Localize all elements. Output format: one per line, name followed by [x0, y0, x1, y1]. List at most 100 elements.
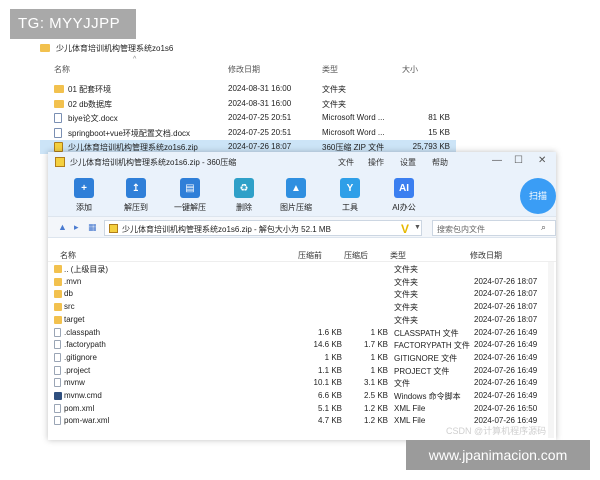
scan-button[interactable]: 扫描	[520, 178, 556, 214]
image-icon: ▲	[286, 178, 306, 198]
col-modified[interactable]: 修改日期	[470, 250, 502, 261]
delete-button[interactable]: ♻ 删除	[220, 176, 268, 216]
item-size: 1 KB	[370, 365, 388, 375]
item-compressed: 1.6 KB	[317, 327, 342, 337]
scrollbar[interactable]	[548, 262, 554, 438]
folder-icon	[54, 99, 64, 108]
item-type: CLASSPATH 文件	[394, 328, 459, 338]
file-modified: 2024-08-31 16:00	[228, 84, 292, 93]
list-item[interactable]: .factorypath 14.6 KB 1.7 KB FACTORYPATH 文件 2…	[48, 339, 556, 352]
item-modified: 2024-07-26 18:07	[474, 302, 538, 312]
item-compressed: 14.6 KB	[313, 340, 342, 350]
item-modified: 2024-07-26 16:49	[474, 378, 538, 388]
col-compressed[interactable]: 压缩前	[298, 250, 322, 261]
folder-icon	[54, 265, 62, 273]
list-item[interactable]: .. (上级目录) 文件夹	[48, 263, 556, 276]
explorer-row[interactable]: biye论文.docx 2024-07-25 20:51 Microsoft Wor…	[40, 111, 456, 125]
ai-office-button[interactable]: AI AI办公	[380, 176, 428, 216]
up-arrow-icon[interactable]: ▲	[58, 222, 67, 232]
toolbar: + 添加 ↥ 解压到 ▤ 一键解压 ♻ 删除 ▲ 图片压缩 Y 工具 AI AI…	[48, 172, 556, 216]
image-compress-button[interactable]: ▲ 图片压缩	[272, 176, 320, 216]
item-name: .gitignore	[64, 352, 97, 362]
explorer-path-text: 少儿体育培训机构管理系统zo1s6	[56, 43, 174, 53]
col-size[interactable]: 大小	[402, 64, 418, 75]
file-modified: 2024-07-26 18:07	[228, 142, 292, 151]
col-modified[interactable]: 修改日期	[228, 64, 260, 75]
list-item[interactable]: src 文件夹 2024-07-26 18:07	[48, 301, 556, 314]
item-name: .factorypath	[64, 340, 106, 350]
list-item[interactable]: mvnw 10.1 KB 3.1 KB 文件 2024-07-26 16:49	[48, 377, 556, 390]
zip-icon	[109, 224, 118, 233]
close-button[interactable]: ✕	[538, 155, 546, 166]
menu-settings[interactable]: 设置	[400, 157, 416, 168]
tools-button[interactable]: Y 工具	[326, 176, 374, 216]
item-type: GITIGNORE 文件	[394, 353, 458, 363]
list-item[interactable]: target 文件夹 2024-07-26 18:07	[48, 314, 556, 327]
window-titlebar[interactable]: 少儿体育培训机构管理系统zo1s6.zip - 360压缩 文件 操作 设置 帮…	[48, 152, 556, 172]
item-type: 文件夹	[394, 315, 418, 325]
list-item[interactable]: .gitignore 1 KB 1 KB GITIGNORE 文件 2024-07-26…	[48, 352, 556, 365]
one-click-extract-button[interactable]: ▤ 一键解压	[166, 176, 214, 216]
explorer-row[interactable]: springboot+vue环境配置文档.docx 2024-07-25 20:5…	[40, 126, 456, 140]
col-size[interactable]: 压缩后	[344, 250, 368, 261]
explorer-column-header: ^ 名称 修改日期 类型 大小	[40, 56, 456, 76]
nav-arrow-icon[interactable]: ▸	[74, 222, 79, 233]
menu-file[interactable]: 文件	[338, 157, 354, 168]
item-type: 文件夹	[394, 303, 418, 313]
explorer-path[interactable]: 少儿体育培训机构管理系统zo1s6	[40, 40, 173, 56]
item-modified: 2024-07-26 16:49	[474, 391, 538, 400]
file-modified: 2024-07-25 20:51	[228, 113, 292, 122]
menu-help[interactable]: 帮助	[432, 157, 448, 168]
list-item[interactable]: db 文件夹 2024-07-26 18:07	[48, 288, 556, 301]
site-watermark: www.jpanimacion.com	[406, 440, 590, 470]
item-compressed: 10.1 KB	[313, 378, 342, 388]
item-size: 1.7 KB	[363, 340, 388, 350]
item-modified: 2024-07-26 18:07	[474, 314, 538, 324]
col-type[interactable]: 类型	[390, 250, 406, 261]
add-button[interactable]: + 添加	[60, 176, 108, 216]
explorer-row[interactable]: 01 配套环境 2024-08-31 16:00 文件夹	[40, 82, 456, 96]
zip-window: 少儿体育培训机构管理系统zo1s6.zip - 360压缩 文件 操作 设置 帮…	[48, 152, 556, 440]
view-icon[interactable]: ▦	[88, 222, 97, 233]
list-item[interactable]: .classpath 1.6 KB 1 KB CLASSPATH 文件 2024-07-…	[48, 327, 556, 340]
item-size: 3.1 KB	[363, 378, 388, 388]
list-item[interactable]: .project 1.1 KB 1 KB PROJECT 文件 2024-07-26 1…	[48, 365, 556, 378]
item-name: .mvn	[64, 276, 82, 286]
minimize-button[interactable]: —	[492, 155, 502, 166]
file-type: 文件夹	[322, 99, 346, 109]
search-input[interactable]: 搜索包内文件 ⌕	[432, 220, 556, 236]
list-item[interactable]: mvnw.cmd 6.6 KB 2.5 KB Windows 命令脚本 2024-07-…	[48, 390, 556, 403]
col-type[interactable]: 类型	[322, 64, 338, 75]
search-icon[interactable]: ⌕	[541, 222, 546, 233]
list-item[interactable]: pom.xml 5.1 KB 1.2 KB XML File 2024-07-26 16…	[48, 403, 556, 416]
file-size: 15 KB	[428, 127, 450, 137]
chevron-down-icon[interactable]: ▼	[414, 224, 421, 231]
maximize-button[interactable]: ☐	[514, 155, 523, 166]
item-type: 文件夹	[394, 277, 418, 287]
extract-to-button[interactable]: ↥ 解压到	[112, 176, 160, 216]
item-name: mvnw.cmd	[64, 391, 102, 400]
address-field[interactable]: 少儿体育培训机构管理系统zo1s6.zip - 解包大小为 52.1 MB V …	[104, 220, 422, 236]
item-name: db	[64, 289, 73, 299]
file-icon	[54, 352, 61, 362]
col-name[interactable]: 名称	[60, 250, 76, 261]
item-type: Windows 命令脚本	[394, 392, 461, 401]
item-modified: 2024-07-26 16:49	[474, 340, 538, 350]
explorer-row[interactable]: 02 db数据库 2024-08-31 16:00 文件夹	[40, 97, 456, 111]
item-name: .classpath	[64, 327, 101, 337]
folder-icon	[54, 303, 62, 312]
list-item[interactable]: .mvn 文件夹 2024-07-26 18:07	[48, 276, 556, 289]
address-bar: ▲ ▸ ▦ 少儿体育培训机构管理系统zo1s6.zip - 解包大小为 52.1…	[48, 216, 556, 238]
tag-watermark: TG: MYYJJPP	[10, 9, 136, 39]
item-name: target	[64, 314, 85, 324]
item-modified: 2024-07-26 18:07	[474, 289, 538, 299]
address-text: 少儿体育培训机构管理系统zo1s6.zip - 解包大小为 52.1 MB	[122, 225, 331, 234]
col-name[interactable]: 名称	[54, 64, 70, 75]
menu-ops[interactable]: 操作	[368, 157, 384, 168]
search-placeholder: 搜索包内文件	[437, 225, 485, 234]
item-size: 1.2 KB	[363, 403, 388, 413]
v-logo-icon: V	[401, 222, 410, 236]
item-size: 1 KB	[370, 327, 388, 337]
item-name: .. (上级目录)	[64, 265, 108, 274]
item-compressed: 5.1 KB	[317, 403, 342, 413]
